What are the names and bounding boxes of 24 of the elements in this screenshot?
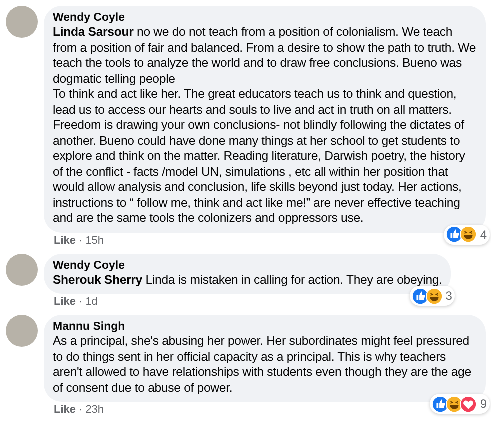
author-name[interactable]: Wendy Coyle: [53, 258, 442, 272]
avatar-icon[interactable]: [6, 6, 38, 38]
separator-dot: ·: [79, 295, 83, 309]
reaction-count: 4: [479, 226, 487, 244]
timestamp-link[interactable]: 15h: [86, 234, 104, 248]
reactions-badge[interactable]: 4: [444, 224, 490, 244]
like-link[interactable]: Like: [54, 234, 76, 248]
timestamp-link[interactable]: 23h: [86, 403, 104, 417]
reaction-count: 3: [444, 288, 452, 305]
avatar-icon[interactable]: [6, 315, 38, 347]
comment-text: As a principal, she's abusing her power. Her subordinates might feel pressured to do things sent in her official capacity as a principal. This is why teachers aren't allowed to have relationships with students even though they are the age of consent due to abuse of power.: [53, 334, 472, 396]
author-name[interactable]: Mannu Singh: [53, 320, 477, 334]
avatar-icon[interactable]: [6, 254, 38, 286]
timestamp-link[interactable]: 1d: [86, 295, 98, 309]
like-link[interactable]: Like: [54, 295, 76, 309]
separator-dot: ·: [79, 403, 83, 417]
reactions-badge[interactable]: 9: [430, 394, 490, 414]
like-link[interactable]: Like: [54, 403, 76, 417]
separator-dot: ·: [79, 234, 83, 248]
reactions-badge[interactable]: 3: [410, 286, 456, 306]
reaction-count: 9: [479, 396, 487, 413]
comment-text: Sherouk Sherry Linda is mistaken in calling for action. They are obeying.: [53, 272, 442, 288]
comment-text: Linda Sarsour no we do not teach from a position of colonialism. We teach from a position of fair and balanced. From a desire to show the path to truth. We teach the tools to analyze the world and to draw free conclusions. Bueno was dogmatic telling people To think and act like her. The great educators teach us to think and question, lead us to access our hearts and souls to live and act in truth on all matters. Freedom is drawing your own conclusions- not blindly following the dictates of another. Bueno could have done many things at her school to get students to explore and think on the matter. Reading literature, Darwish poetry, the history of the conflict - facts /model UN, simulations , etc all within her position that would allow analysis and conclusion, life skills beyond just today. Her actions, instructions to “ follow me, think and act like me!” are never effective teaching and are the same tools the colonizers and oppressors use.: [53, 25, 477, 226]
author-name[interactable]: Wendy Coyle: [53, 11, 477, 25]
